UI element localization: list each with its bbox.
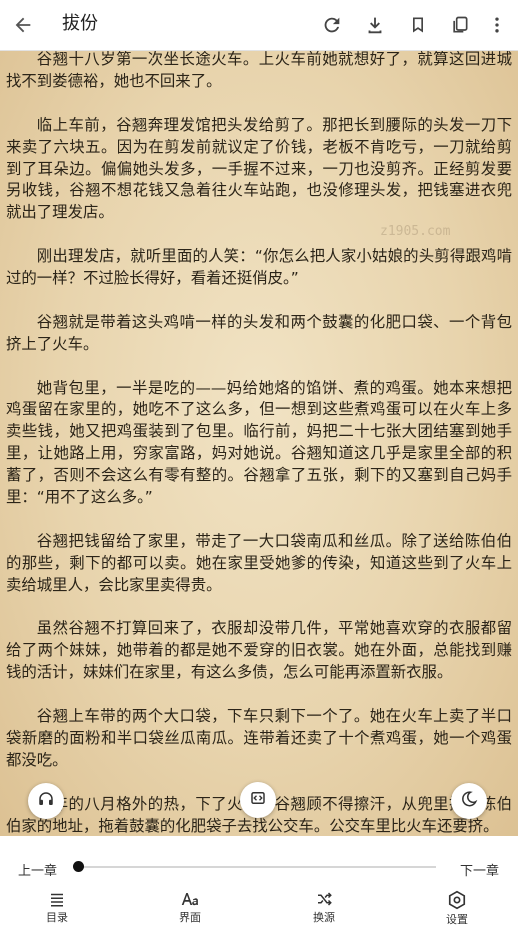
nav-label: 设置 bbox=[446, 913, 468, 926]
more-vert-icon[interactable] bbox=[483, 11, 511, 39]
copy-icon[interactable] bbox=[446, 11, 474, 39]
top-app-bar: 拔份 bbox=[0, 0, 518, 51]
paragraph: 她背包里，一半是吃的——妈给她烙的馅饼、煮的鸡蛋。她本来想把鸡蛋留在家里的，她吃… bbox=[6, 378, 512, 507]
paragraph: 谷翘把钱留给了家里，带走了一大口袋南瓜和丝瓜。除了送给陈伯伯的那些，剩下的都可以… bbox=[6, 531, 512, 594]
download-icon[interactable] bbox=[361, 11, 389, 39]
settings-icon bbox=[427, 890, 487, 910]
reading-page[interactable]: 谷翘十八岁第一次坐长途火车。上火车前她就想好了，就算这回进城找不到娄德裕，她也不… bbox=[0, 51, 518, 836]
back-arrow-icon[interactable] bbox=[9, 11, 37, 39]
chapter-progress-slider[interactable] bbox=[73, 861, 436, 872]
auto-page-button[interactable] bbox=[240, 782, 276, 818]
chapter-text: 谷翘十八岁第一次坐长途火车。上火车前她就想好了，就算这回进城找不到娄德裕，她也不… bbox=[6, 51, 512, 836]
nav-change-source[interactable]: 换源 bbox=[294, 890, 354, 925]
list-icon bbox=[27, 890, 87, 908]
moon-icon bbox=[460, 790, 478, 812]
book-title: 拔份 bbox=[62, 13, 98, 34]
paragraph: 谷翘十八岁第一次坐长途火车。上火车前她就想好了，就算这回进城找不到娄德裕，她也不… bbox=[6, 51, 512, 90]
nav-interface[interactable]: 界面 bbox=[160, 890, 220, 925]
tts-button[interactable] bbox=[28, 783, 64, 819]
watermark: z1905.com bbox=[380, 224, 451, 239]
refresh-icon[interactable] bbox=[318, 11, 346, 39]
shuffle-icon bbox=[294, 890, 354, 908]
paragraph: 刚出理发店，就听里面的人笑：“你怎么把人家小姑娘的头剪得跟鸡啃过的一样？不过脸长… bbox=[6, 247, 512, 288]
next-chapter-button[interactable]: 下一章 bbox=[460, 860, 499, 879]
slider-thumb[interactable] bbox=[73, 861, 84, 872]
paragraph: 谷翘上车带的两个大口袋，下车只剩下一个了。她在火车上卖了半口袋新磨的面粉和半口袋… bbox=[6, 707, 512, 769]
nav-settings[interactable]: 设置 bbox=[427, 890, 487, 927]
auto-page-icon bbox=[249, 789, 267, 811]
paragraph: 虽然谷翘不打算回来了，衣服却没带几件，平常她喜欢穿的衣服都留给了两个妹妹，她带着… bbox=[6, 619, 512, 682]
nav-label: 界面 bbox=[179, 911, 201, 924]
paragraph: 谷翘就是带着这头鸡啃一样的头发和两个鼓囊的化肥口袋、一个背包挤上了火车。 bbox=[6, 312, 512, 353]
prev-chapter-button[interactable]: 上一章 bbox=[18, 860, 57, 879]
nav-label: 目录 bbox=[46, 911, 68, 924]
night-mode-button[interactable] bbox=[451, 783, 487, 819]
headphones-icon bbox=[37, 790, 55, 812]
nav-label: 换源 bbox=[313, 911, 335, 924]
reader-control-panel: 上一章 下一章 目录 界面 换源 设置 bbox=[0, 836, 518, 937]
font-icon bbox=[160, 890, 220, 908]
nav-catalog[interactable]: 目录 bbox=[27, 890, 87, 925]
paragraph: 临上车前，谷翘奔理发馆把头发给剪了。那把长到腰际的头发一刀下来卖了六块五。因为在… bbox=[6, 115, 512, 222]
bookmark-icon[interactable] bbox=[404, 11, 432, 39]
